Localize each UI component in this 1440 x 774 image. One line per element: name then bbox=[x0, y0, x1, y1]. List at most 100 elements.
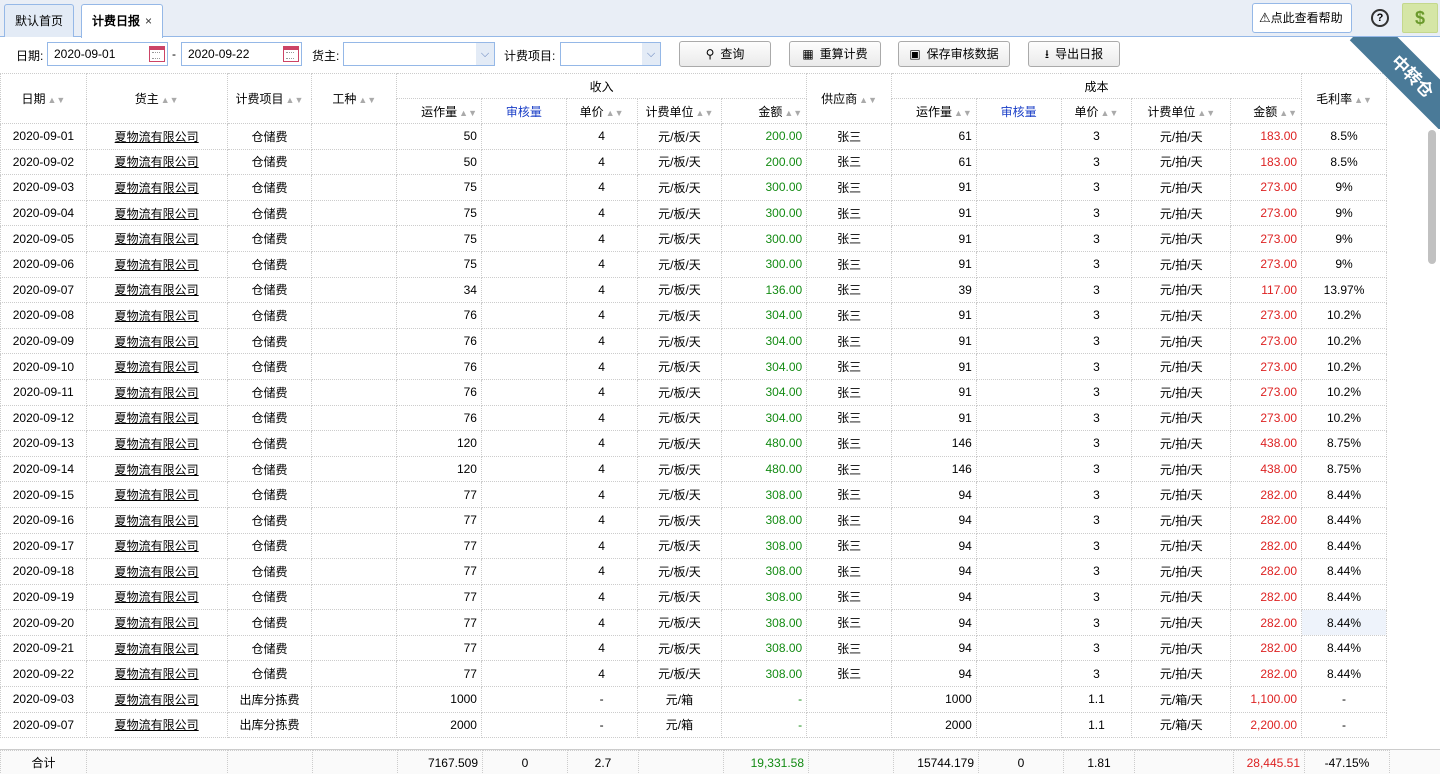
chevron-down-icon[interactable]: ⌵ bbox=[476, 43, 494, 65]
cell-owner[interactable]: 夏物流有限公司 bbox=[85, 148, 228, 176]
header-date[interactable]: 日期 ▲▼ bbox=[0, 73, 87, 124]
header-income-unit[interactable]: 计费单位 ▲▼ bbox=[636, 98, 723, 124]
cell-owner[interactable]: 夏物流有限公司 bbox=[85, 430, 228, 457]
cell-income-amount: - bbox=[721, 711, 808, 739]
header-income-price[interactable]: 单价 ▲▼ bbox=[565, 98, 638, 124]
cell-owner[interactable]: 夏物流有限公司 bbox=[85, 199, 228, 227]
save-audit-button[interactable]: ▣ 保存审核数据 bbox=[898, 41, 1010, 67]
header-owner[interactable]: 货主 ▲▼ bbox=[85, 73, 228, 124]
table-row[interactable]: 2020-09-02 夏物流有限公司 仓储费 50 4 元/板/天 200.00 张三 61 3 元… bbox=[0, 148, 1387, 176]
cell-owner[interactable]: 夏物流有限公司 bbox=[85, 327, 228, 355]
cell-owner[interactable]: 夏物流有限公司 bbox=[85, 506, 228, 534]
cell-income-audit bbox=[480, 686, 567, 713]
table-row[interactable]: 2020-09-15 夏物流有限公司 仓储费 77 4 元/板/天 308.00 张三 94 3 元… bbox=[0, 481, 1387, 508]
cell-cost-amount: 183.00 bbox=[1230, 123, 1303, 150]
table-row[interactable]: 2020-09-04 夏物流有限公司 仓储费 75 4 元/板/天 300.00 张三 91 3 元… bbox=[0, 199, 1387, 227]
tab-billing-daily[interactable]: 计费日报 × bbox=[81, 4, 164, 38]
cell-owner[interactable]: 夏物流有限公司 bbox=[85, 481, 228, 508]
table-row[interactable]: 2020-09-08 夏物流有限公司 仓储费 76 4 元/板/天 304.00 张三 91 3 元… bbox=[0, 302, 1387, 329]
header-income-volume[interactable]: 运作量 ▲▼ bbox=[396, 98, 482, 124]
dollar-icon[interactable]: $ bbox=[1402, 3, 1438, 33]
cell-income-audit bbox=[480, 583, 567, 611]
table-row[interactable]: 2020-09-06 夏物流有限公司 仓储费 75 4 元/板/天 300.00 张三 91 3 元… bbox=[0, 250, 1387, 278]
cell-owner[interactable]: 夏物流有限公司 bbox=[85, 686, 228, 713]
table-row[interactable]: 2020-09-12 夏物流有限公司 仓储费 76 4 元/板/天 304.00 张三 91 3 元… bbox=[0, 404, 1387, 432]
owner-select[interactable]: ⌵ bbox=[343, 42, 495, 66]
header-supplier[interactable]: 供应商 ▲▼ bbox=[806, 73, 892, 124]
table-row[interactable]: 2020-09-13 夏物流有限公司 仓储费 120 4 元/板/天 480.00 张三 146… bbox=[0, 430, 1387, 457]
table-row[interactable]: 2020-09-21 夏物流有限公司 仓储费 77 4 元/板/天 308.00 张三 94 3 元… bbox=[0, 634, 1387, 662]
header-cost-volume[interactable]: 运作量 ▲▼ bbox=[890, 98, 977, 124]
cell-owner[interactable]: 夏物流有限公司 bbox=[85, 276, 228, 304]
header-cost-price[interactable]: 单价 ▲▼ bbox=[1060, 98, 1133, 124]
cell-owner[interactable]: 夏物流有限公司 bbox=[85, 250, 228, 278]
header-work-type[interactable]: 工种 ▲▼ bbox=[311, 73, 398, 124]
sort-icon: ▲▼ bbox=[859, 95, 877, 105]
table-row[interactable]: 2020-09-17 夏物流有限公司 仓储费 77 4 元/板/天 308.00 张三 94 3 元… bbox=[0, 532, 1387, 560]
fee-item-select[interactable]: ⌵ bbox=[560, 42, 661, 66]
cell-owner[interactable]: 夏物流有限公司 bbox=[85, 353, 228, 380]
cell-income-audit bbox=[480, 353, 567, 380]
sort-icon: ▲▼ bbox=[954, 107, 972, 118]
help-button[interactable]: ⚠点此查看帮助 bbox=[1252, 3, 1352, 33]
table-row[interactable]: 2020-09-11 夏物流有限公司 仓储费 76 4 元/板/天 304.00 张三 91 3 元… bbox=[0, 378, 1387, 406]
cell-income-amount: 300.00 bbox=[721, 199, 808, 227]
vertical-scrollbar[interactable] bbox=[1428, 130, 1436, 264]
cell-owner[interactable]: 夏物流有限公司 bbox=[85, 174, 228, 201]
cell-owner[interactable]: 夏物流有限公司 bbox=[85, 532, 228, 560]
table-row[interactable]: 2020-09-07 夏物流有限公司 出库分拣费 2000- 元/箱 -2000 1.1 元/… bbox=[0, 711, 1387, 739]
cell-owner[interactable]: 夏物流有限公司 bbox=[85, 583, 228, 611]
table-row[interactable]: 2020-09-18 夏物流有限公司 仓储费 77 4 元/板/天 308.00 张三 94 3 元… bbox=[0, 558, 1387, 585]
cell-owner[interactable]: 夏物流有限公司 bbox=[85, 123, 228, 150]
table-row[interactable]: 2020-09-05 夏物流有限公司 仓储费 75 4 元/板/天 300.00 张三 91 3 元… bbox=[0, 225, 1387, 252]
table-row[interactable]: 2020-09-03 夏物流有限公司 出库分拣费 1000- 元/箱 -1000 1.1 元/… bbox=[0, 686, 1387, 713]
cell-cost-price: 3 bbox=[1060, 506, 1133, 534]
cell-owner[interactable]: 夏物流有限公司 bbox=[85, 302, 228, 329]
chevron-down-icon[interactable]: ⌵ bbox=[642, 43, 660, 65]
cell-owner[interactable]: 夏物流有限公司 bbox=[85, 225, 228, 252]
cell-income-price: 4 bbox=[565, 199, 638, 227]
table-row[interactable]: 2020-09-10 夏物流有限公司 仓储费 76 4 元/板/天 304.00 张三 91 3 元… bbox=[0, 353, 1387, 380]
table-row[interactable]: 2020-09-07 夏物流有限公司 仓储费 34 4 元/板/天 136.00 张三 39 3 元… bbox=[0, 276, 1387, 304]
cell-owner[interactable]: 夏物流有限公司 bbox=[85, 558, 228, 585]
table-row[interactable]: 2020-09-19 夏物流有限公司 仓储费 77 4 元/板/天 308.00 张三 94 3 元… bbox=[0, 583, 1387, 611]
question-icon[interactable]: ? bbox=[1371, 9, 1389, 27]
cell-owner[interactable]: 夏物流有限公司 bbox=[85, 378, 228, 406]
cell-owner[interactable]: 夏物流有限公司 bbox=[85, 404, 228, 432]
cell-owner[interactable]: 夏物流有限公司 bbox=[85, 455, 228, 483]
cell-income-price: 4 bbox=[565, 250, 638, 278]
cell-margin: 10.2% bbox=[1301, 378, 1387, 406]
cell-date: 2020-09-03 bbox=[0, 174, 87, 201]
cell-income-amount: 300.00 bbox=[721, 225, 808, 252]
cell-owner[interactable]: 夏物流有限公司 bbox=[85, 634, 228, 662]
table-row[interactable]: 2020-09-14 夏物流有限公司 仓储费 120 4 元/板/天 480.00 张三 146… bbox=[0, 455, 1387, 483]
table-row[interactable]: 2020-09-16 夏物流有限公司 仓储费 77 4 元/板/天 308.00 张三 94 3 元… bbox=[0, 506, 1387, 534]
table-row[interactable]: 2020-09-01 夏物流有限公司 仓储费 50 4 元/板/天 200.00 张三 61 3 元… bbox=[0, 123, 1387, 150]
cell-income-amount: 308.00 bbox=[721, 532, 808, 560]
cell-cost-price: 3 bbox=[1060, 583, 1133, 611]
recalculate-button[interactable]: ▦ 重算计费 bbox=[789, 41, 881, 67]
header-income-amount[interactable]: 金额 ▲▼ bbox=[721, 98, 808, 124]
close-icon[interactable]: × bbox=[145, 14, 152, 28]
cell-owner[interactable]: 夏物流有限公司 bbox=[85, 609, 228, 636]
cell-owner[interactable]: 夏物流有限公司 bbox=[85, 711, 228, 739]
header-fee-item[interactable]: 计费项目 ▲▼ bbox=[226, 73, 313, 124]
tab-home[interactable]: 默认首页 bbox=[4, 4, 75, 37]
header-cost-amount[interactable]: 金额 ▲▼ bbox=[1230, 98, 1303, 124]
cell-income-amount: 304.00 bbox=[721, 327, 808, 355]
date-to-input[interactable]: 2020-09-22 bbox=[181, 42, 302, 66]
table-row[interactable]: 2020-09-20 夏物流有限公司 仓储费 77 4 元/板/天 308.00 张三 94 3 元… bbox=[0, 609, 1387, 636]
cell-owner[interactable]: 夏物流有限公司 bbox=[85, 660, 228, 688]
calendar-icon[interactable] bbox=[283, 46, 299, 62]
export-button[interactable]: ⭳ 导出日报 bbox=[1028, 41, 1120, 67]
query-button[interactable]: ⚲ 查询 bbox=[679, 41, 771, 67]
totals-table: 合计 7167.509 0 2.7 19,331.58 15744.179 0 1.81 28,… bbox=[0, 750, 1390, 774]
header-cost-unit[interactable]: 计费单位 ▲▼ bbox=[1131, 98, 1232, 124]
table-row[interactable]: 2020-09-09 夏物流有限公司 仓储费 76 4 元/板/天 304.00 张三 91 3 元… bbox=[0, 327, 1387, 355]
cell-income-volume: 77 bbox=[396, 583, 482, 611]
cell-income-volume: 75 bbox=[396, 174, 482, 201]
calendar-icon[interactable] bbox=[149, 46, 165, 62]
table-row[interactable]: 2020-09-03 夏物流有限公司 仓储费 75 4 元/板/天 300.00 张三 91 3 元… bbox=[0, 174, 1387, 201]
date-from-input[interactable]: 2020-09-01 bbox=[47, 42, 168, 66]
table-row[interactable]: 2020-09-22 夏物流有限公司 仓储费 77 4 元/板/天 308.00 张三 94 3 元… bbox=[0, 660, 1387, 688]
